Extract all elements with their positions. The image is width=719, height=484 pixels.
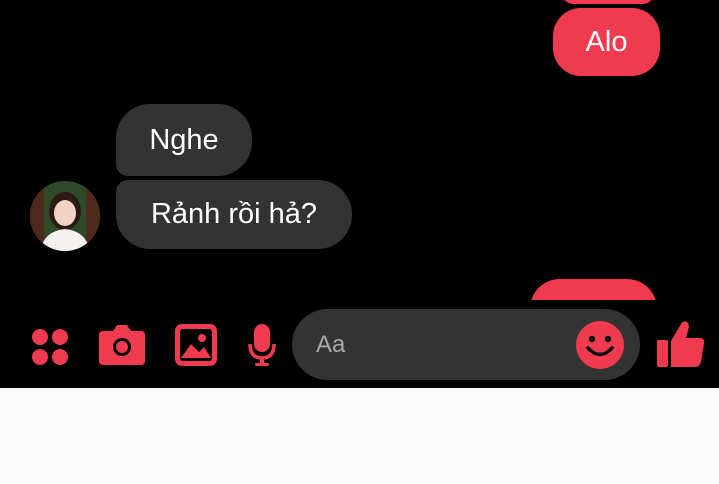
apps-icon[interactable] xyxy=(31,328,69,366)
message-text: Nghe xyxy=(149,123,219,156)
outgoing-message[interactable]: Alo xyxy=(553,8,660,76)
message-text: Rảnh rồi hả? xyxy=(150,198,318,230)
outgoing-message-partial xyxy=(562,0,654,4)
image-icon[interactable] xyxy=(175,324,217,366)
incoming-message[interactable]: Rảnh rồi hả? xyxy=(116,180,352,249)
message-input-placeholder: Aa xyxy=(316,331,346,358)
incoming-message[interactable]: Nghe xyxy=(116,104,252,176)
message-text: Alo xyxy=(585,25,628,58)
bottom-area xyxy=(0,388,719,484)
thumbs-up-icon[interactable] xyxy=(657,320,705,368)
emoji-icon[interactable] xyxy=(576,321,624,369)
message-input[interactable]: Aa xyxy=(292,309,640,380)
camera-icon[interactable] xyxy=(99,325,145,365)
mic-icon[interactable] xyxy=(248,324,276,366)
avatar-image xyxy=(30,181,100,251)
avatar[interactable] xyxy=(30,181,100,251)
